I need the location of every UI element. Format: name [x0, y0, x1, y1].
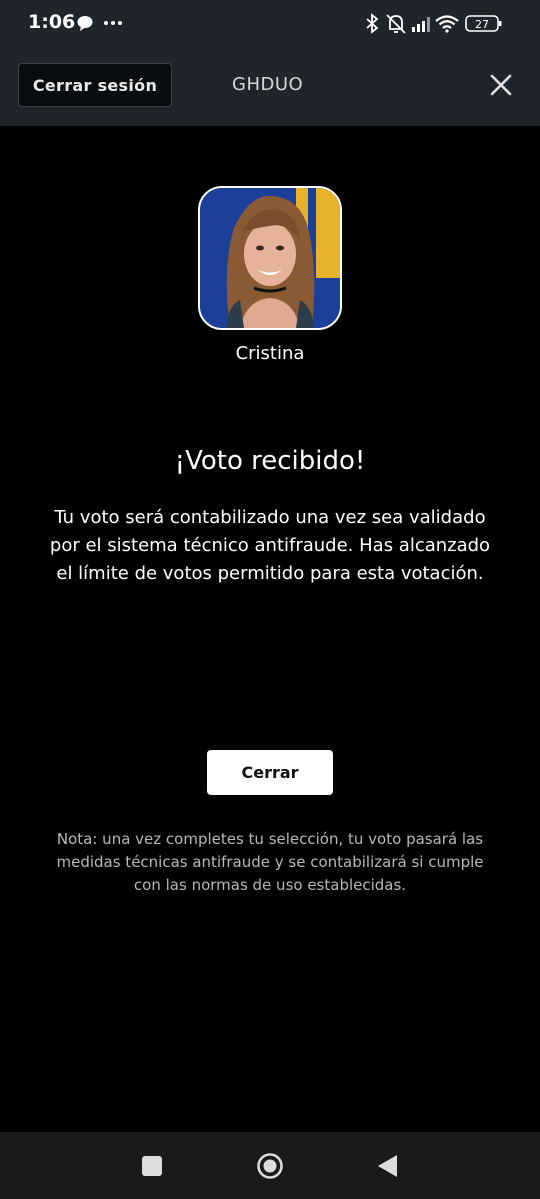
back-icon[interactable]: [376, 1153, 400, 1183]
status-left-icons: [76, 14, 126, 38]
status-time: 1:06: [28, 11, 76, 33]
system-nav-bar: [0, 1132, 540, 1199]
home-icon[interactable]: [256, 1152, 284, 1184]
vote-received-title: ¡Voto recibido!: [174, 446, 366, 476]
status-bar: 1:06 27: [0, 0, 540, 48]
close-icon[interactable]: [486, 70, 516, 100]
app-header: Cerrar sesión GHDUO: [0, 48, 540, 126]
battery-icon: 27: [465, 15, 502, 32]
close-button[interactable]: Cerrar: [207, 750, 333, 795]
more-dots-icon: [104, 21, 122, 25]
signal-icon: [412, 17, 430, 32]
vote-note: Nota: una vez completes tu selección, tu…: [56, 830, 484, 894]
contestant-name: Cristina: [235, 343, 305, 364]
chat-bubble-icon: [77, 16, 93, 31]
battery-level: 27: [475, 18, 489, 31]
bluetooth-icon: [366, 13, 379, 34]
muted-bell-icon: [386, 14, 406, 34]
logout-button[interactable]: Cerrar sesión: [18, 63, 172, 107]
brand-title: GHDUO: [232, 74, 304, 95]
status-right-icons: 27: [364, 12, 514, 40]
contestant-avatar: [198, 186, 342, 330]
vote-message: Tu voto será contabilizado una vez sea v…: [49, 507, 491, 584]
recents-icon[interactable]: [142, 1156, 162, 1176]
wifi-icon: [435, 15, 459, 33]
